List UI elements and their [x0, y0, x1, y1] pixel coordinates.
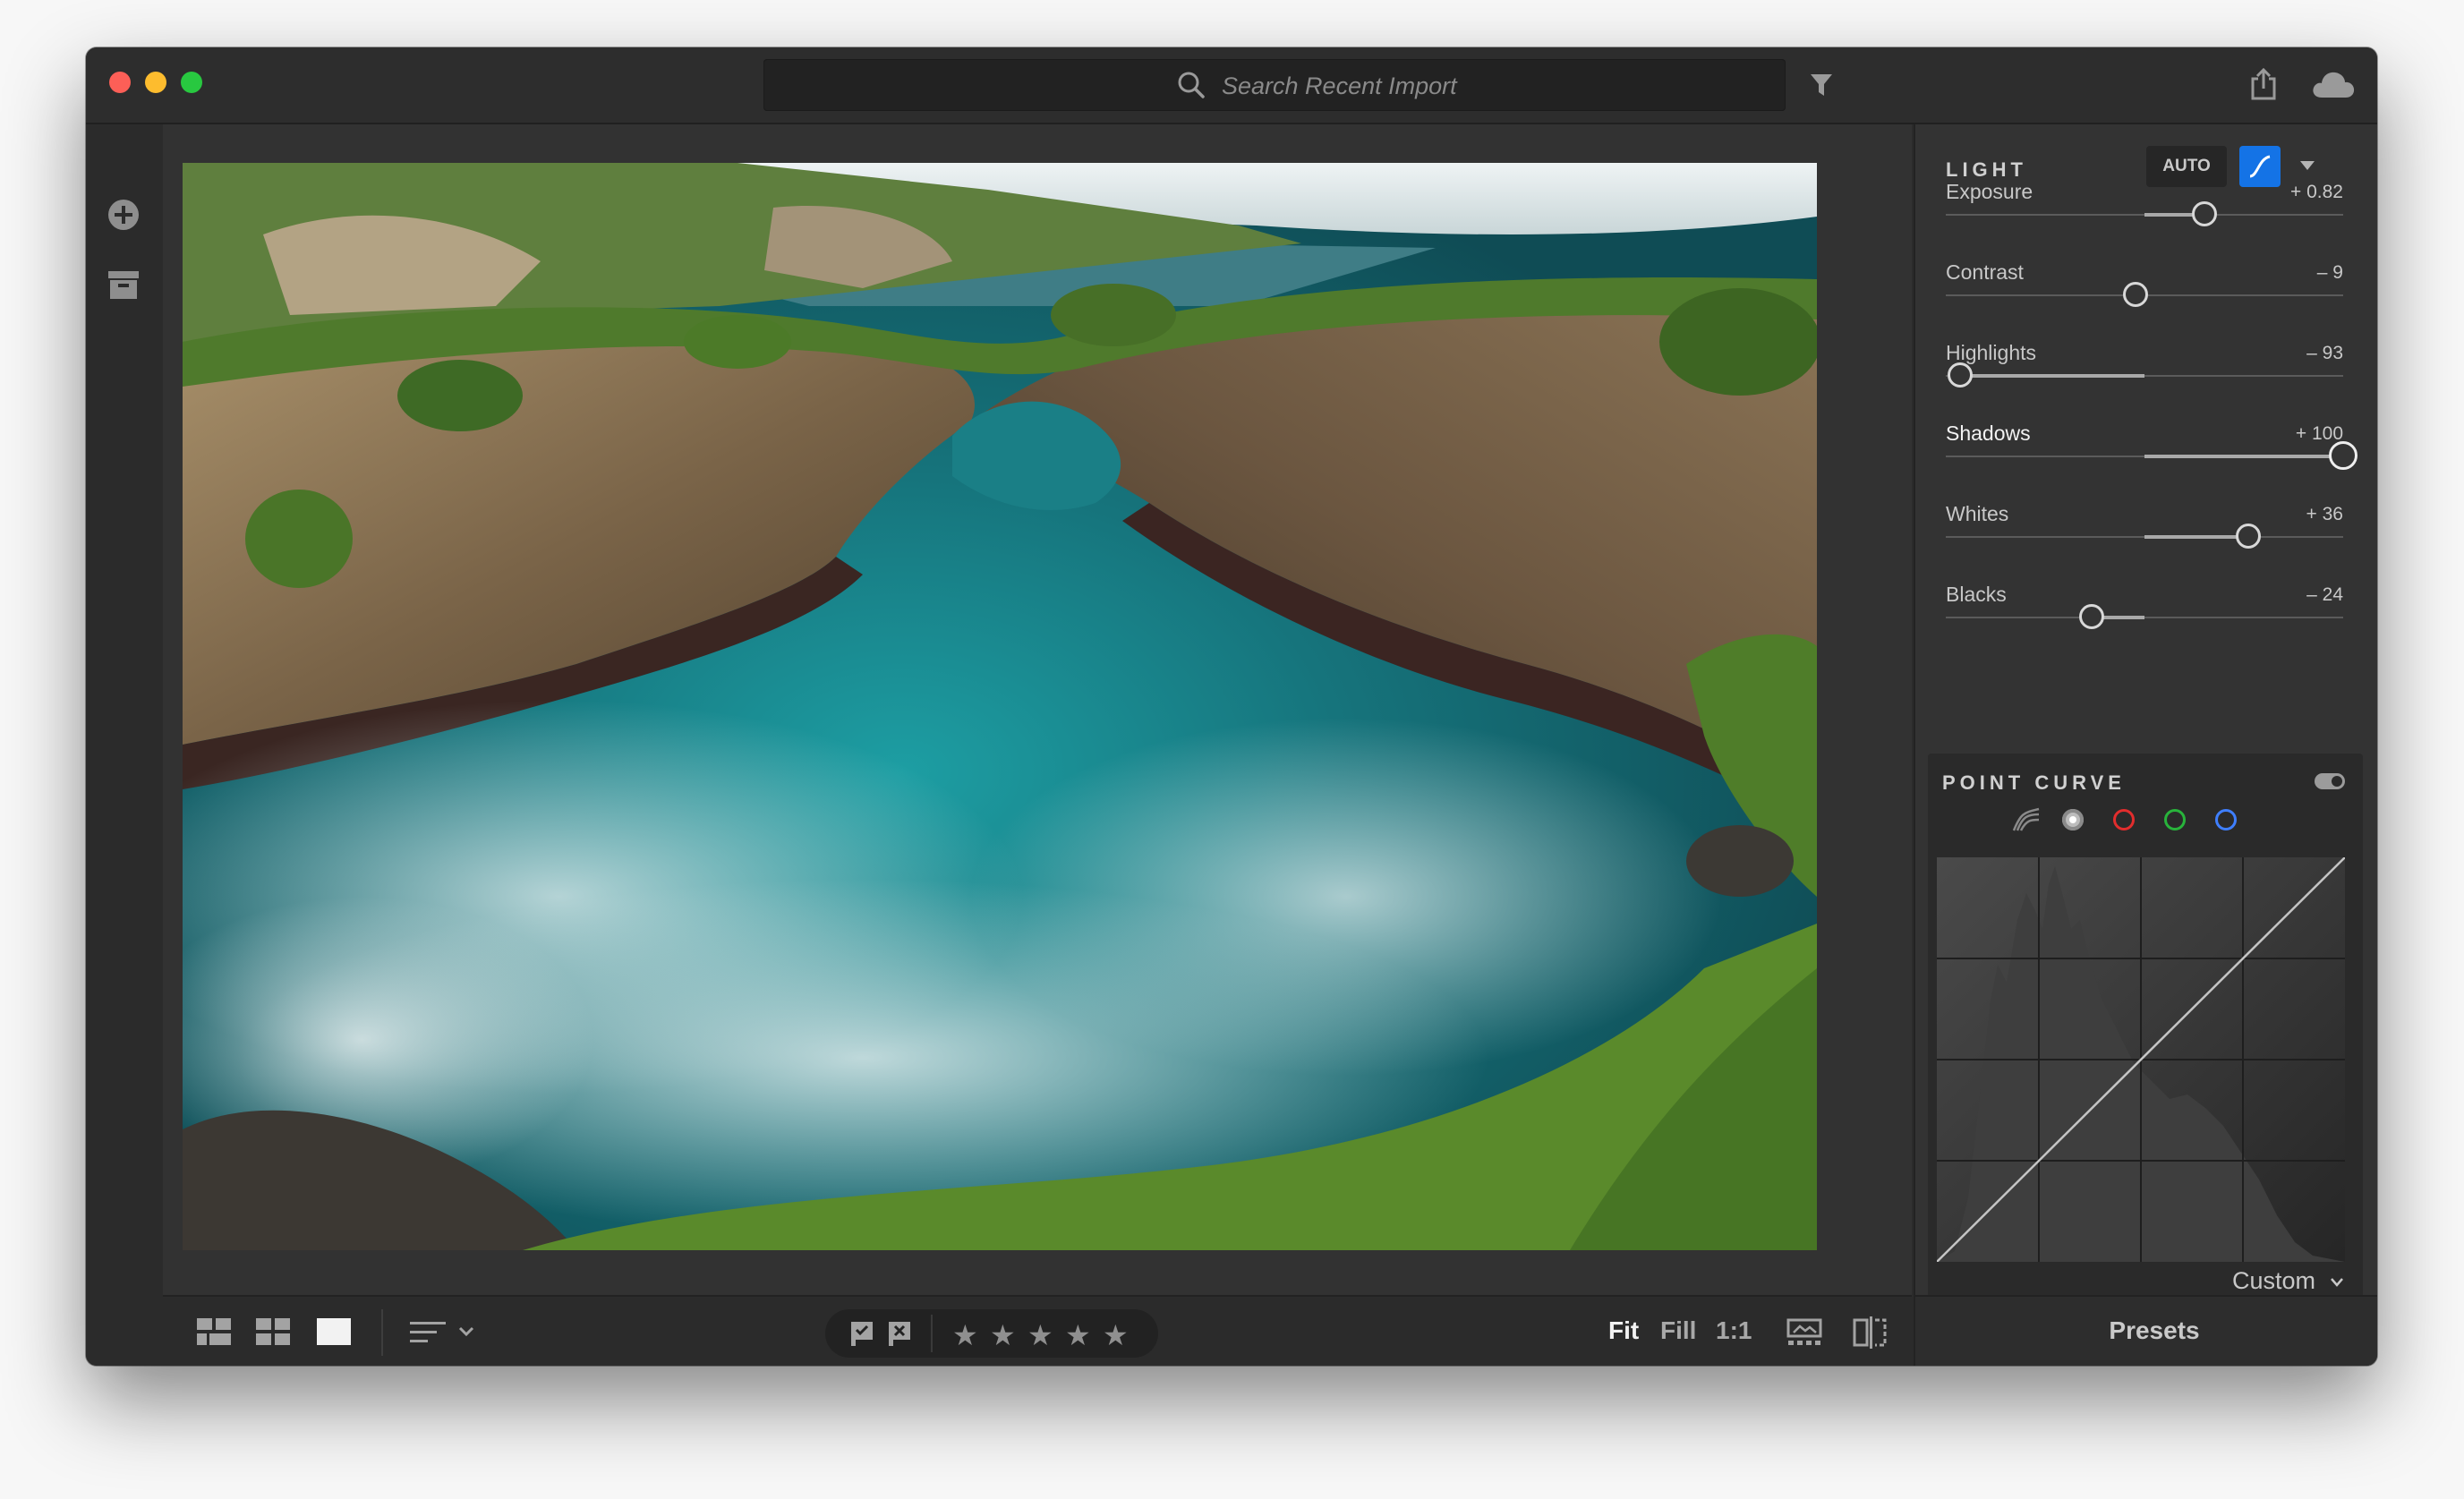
edit-panel: LIGHT AUTO Exposure + 0.82 Contrast – 9 High…: [1914, 124, 2377, 1366]
bottom-toolbar: ★ ★ ★ ★ ★ Fit Fill 1:1: [163, 1295, 1912, 1366]
rating-star-3[interactable]: ★: [1027, 1318, 1053, 1352]
slider-value[interactable]: – 9: [2317, 262, 2343, 284]
slider-knob[interactable]: [2329, 441, 2357, 470]
rating-star-2[interactable]: ★: [990, 1318, 1016, 1352]
slider-fill: [2144, 455, 2343, 458]
photo-image: [183, 163, 1817, 1250]
curve-preset-label: Custom: [2232, 1267, 2316, 1294]
point-curve-title: POINT CURVE: [1942, 771, 2126, 794]
slider-knob[interactable]: [2078, 604, 2104, 629]
rating-star-1[interactable]: ★: [952, 1318, 978, 1352]
zoom-fill-button[interactable]: Fill: [1660, 1316, 1696, 1345]
rgb-channel-button[interactable]: [2062, 809, 2084, 830]
app-window: ★ ★ ★ ★ ★ Fit Fill 1:1 LIGHT AUTO: [86, 47, 2377, 1366]
slider-track[interactable]: [1946, 604, 2343, 629]
rating-star-5[interactable]: ★: [1103, 1318, 1129, 1352]
picked-flag-icon[interactable]: [848, 1320, 875, 1347]
slider-value[interactable]: + 0.82: [2290, 182, 2343, 203]
slider-knob[interactable]: [2236, 524, 2262, 549]
slider-fill: [2144, 535, 2249, 539]
left-rail: [86, 124, 163, 1366]
filmstrip-icon[interactable]: [1786, 1318, 1822, 1347]
rating-star-4[interactable]: ★: [1065, 1318, 1091, 1352]
slider-track[interactable]: [1946, 362, 2343, 388]
before-after-compare-icon[interactable]: [1853, 1316, 1887, 1349]
chevron-down-icon[interactable]: [2298, 158, 2316, 173]
detail-view-icon[interactable]: [317, 1318, 351, 1345]
zoom-window-button[interactable]: [181, 72, 202, 93]
minimize-window-button[interactable]: [145, 72, 166, 93]
zoom-one-to-one-button[interactable]: 1:1: [1716, 1316, 1752, 1345]
chevron-down-icon: [2331, 1278, 2343, 1287]
slider-track[interactable]: [1946, 524, 2343, 549]
close-window-button[interactable]: [109, 72, 131, 93]
pill-divider: [931, 1315, 933, 1352]
slider-knob[interactable]: [1948, 362, 1974, 388]
slider-value[interactable]: + 36: [2306, 504, 2343, 525]
share-icon[interactable]: [2249, 67, 2278, 101]
curve-graph[interactable]: [1937, 857, 2345, 1262]
slider-label: Exposure: [1946, 180, 2033, 203]
blue-channel-button[interactable]: [2215, 809, 2237, 830]
search-input[interactable]: [1220, 59, 1761, 113]
sort-lines-icon[interactable]: [410, 1320, 476, 1345]
slider-label: Highlights: [1946, 341, 2036, 364]
slider-fill: [1960, 374, 2144, 378]
slider-value[interactable]: – 24: [2306, 584, 2343, 606]
slider-track[interactable]: [1946, 441, 2357, 470]
green-channel-button[interactable]: [2164, 809, 2186, 830]
presets-button[interactable]: Presets: [1915, 1295, 2377, 1366]
filter-funnel-icon[interactable]: [1809, 72, 1834, 98]
curve-preset-select[interactable]: Custom: [2232, 1267, 2344, 1295]
presets-label: Presets: [2109, 1316, 2200, 1344]
parametric-curve-icon[interactable]: [2012, 807, 2041, 832]
photo-grid-view-icon[interactable]: [256, 1318, 290, 1345]
slider-track[interactable]: [1946, 201, 2343, 226]
title-bar: [86, 47, 2377, 124]
slider-value[interactable]: – 93: [2306, 343, 2343, 364]
section-toggle-icon[interactable]: [2315, 773, 2345, 789]
search-bar[interactable]: [763, 59, 1786, 113]
slider-label: Contrast: [1946, 260, 2024, 284]
edited-photo[interactable]: [183, 163, 1817, 1250]
photo-canvas: [163, 124, 1912, 1295]
curve-icon: [2249, 155, 2271, 178]
search-icon: [1178, 72, 1205, 98]
rejected-flag-icon[interactable]: [886, 1320, 913, 1347]
slider-track[interactable]: [1946, 282, 2343, 307]
slider-label: Blacks: [1946, 583, 2007, 606]
square-grid-view-icon[interactable]: [197, 1318, 231, 1345]
plus-circle-icon[interactable]: [107, 198, 141, 232]
rgb-channel-dot: [2069, 816, 2076, 823]
red-channel-button[interactable]: [2113, 809, 2135, 830]
slider-value[interactable]: + 100: [2296, 423, 2343, 445]
tone-curve-toggle-button[interactable]: [2239, 146, 2281, 187]
auto-button[interactable]: AUTO: [2146, 146, 2227, 187]
zoom-fit-button[interactable]: Fit: [1608, 1316, 1639, 1345]
flag-and-rating-bar: ★ ★ ★ ★ ★: [825, 1309, 1158, 1358]
slider-label: Whites: [1946, 502, 2009, 525]
toolbar-divider: [381, 1309, 383, 1356]
point-curve-section: POINT CURVE Custom: [1928, 754, 2363, 1348]
slider-knob[interactable]: [2192, 201, 2218, 226]
slider-label: Shadows: [1946, 422, 2031, 445]
archive-box-icon[interactable]: [107, 269, 140, 300]
light-section-title[interactable]: LIGHT: [1946, 158, 2027, 182]
cloud-icon[interactable]: [2311, 69, 2356, 99]
slider-knob[interactable]: [2122, 282, 2148, 307]
